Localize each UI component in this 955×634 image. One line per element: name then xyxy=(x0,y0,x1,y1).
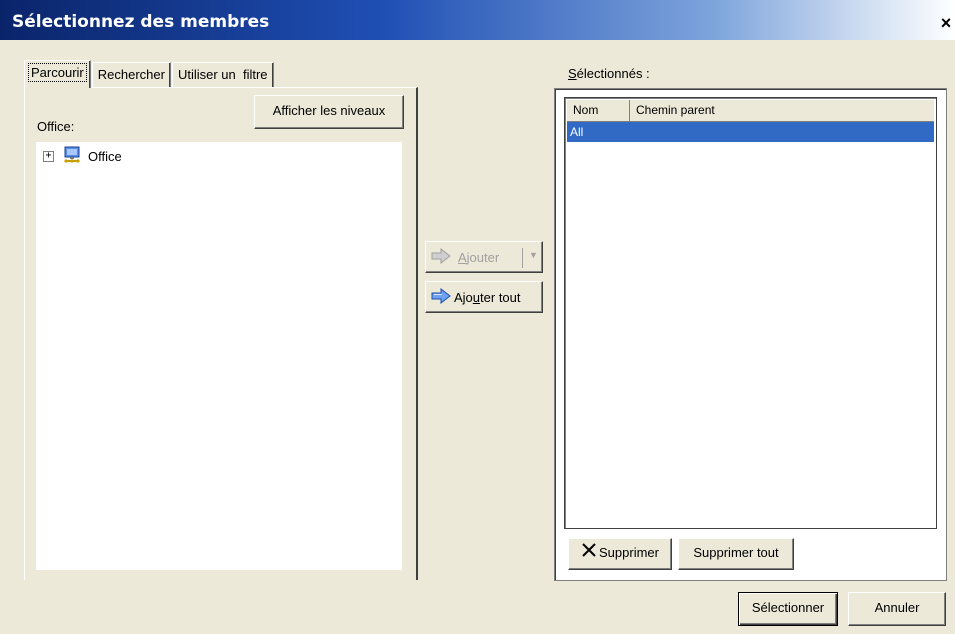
tab-rechercher[interactable]: Rechercher xyxy=(91,62,171,88)
arrow-right-icon xyxy=(430,247,452,267)
tree-node-label: Office xyxy=(88,148,122,164)
select-button[interactable]: Sélectionner xyxy=(738,592,838,626)
add-all-mnemonic: u xyxy=(472,290,481,305)
remove-button[interactable]: Supprimer xyxy=(568,538,672,570)
delete-x-icon xyxy=(581,540,597,568)
dimension-label: Office: xyxy=(37,119,75,134)
show-levels-button[interactable]: Afficher les niveaux xyxy=(254,95,404,129)
tab-strip: Parcourir Rechercher Utiliser un filtre xyxy=(24,60,275,88)
add-all-label-rest: ter tout xyxy=(480,290,521,305)
chevron-down-icon[interactable]: ▼ xyxy=(529,250,538,260)
tab-parcourir[interactable]: Parcourir xyxy=(24,60,91,88)
member-name: All xyxy=(570,125,584,139)
add-label: jouter xyxy=(466,250,500,265)
selected-members-list[interactable]: Nom Chemin parent All xyxy=(564,97,937,529)
add-button[interactable]: Ajouter ▼ xyxy=(425,241,543,273)
tab-label: Parcourir xyxy=(28,63,87,82)
close-button[interactable]: × xyxy=(937,12,955,34)
member-tree[interactable]: + Office xyxy=(36,142,402,570)
tab-label: Rechercher xyxy=(97,67,165,82)
dialog-title: Sélectionnez des membres xyxy=(12,12,270,32)
arrow-right-icon xyxy=(430,287,452,307)
cancel-button[interactable]: Annuler xyxy=(848,592,946,626)
title-bar: Sélectionnez des membres × xyxy=(0,0,955,40)
tab-utiliser-filtre[interactable]: Utiliser un filtre xyxy=(171,62,274,88)
selected-label: Sélectionnés : xyxy=(568,66,650,81)
column-header-chemin-parent[interactable]: Chemin parent xyxy=(630,100,934,122)
expand-icon[interactable]: + xyxy=(43,150,54,162)
add-all-button[interactable]: Ajouter tout xyxy=(425,281,543,313)
split-separator xyxy=(522,248,523,268)
remove-all-button[interactable]: Supprimer tout xyxy=(678,538,794,570)
tree-node-office[interactable]: + Office xyxy=(43,146,122,166)
remove-label: Supprimer xyxy=(599,545,659,560)
selected-mnemonic: S xyxy=(568,66,577,81)
list-item[interactable]: All xyxy=(567,122,934,142)
tab-label: Utiliser un filtre xyxy=(177,67,268,82)
selected-label-rest: électionnés : xyxy=(576,66,650,81)
add-all-label-start: Ajo xyxy=(454,290,473,305)
add-mnemonic: A xyxy=(458,250,467,265)
select-members-dialog: Sélectionnez des membres × Parcourir Rec… xyxy=(0,0,955,634)
list-header: Nom Chemin parent xyxy=(567,100,934,122)
network-computer-icon xyxy=(62,146,82,167)
column-header-nom[interactable]: Nom xyxy=(567,100,630,122)
